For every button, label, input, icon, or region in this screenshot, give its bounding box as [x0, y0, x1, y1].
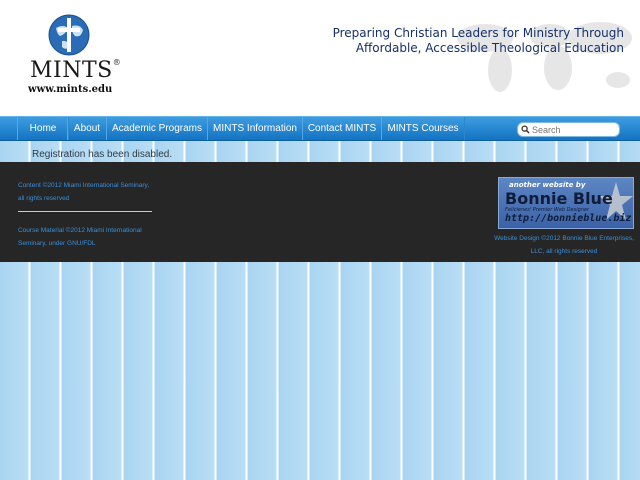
- search-box[interactable]: [517, 122, 620, 137]
- nav-item-mints-information[interactable]: MINTS Information: [207, 117, 303, 140]
- site-footer: Content ©2012 Miami International Semina…: [0, 162, 640, 262]
- footer-course-material: Course Material ©2012 Miami Internationa…: [18, 224, 168, 250]
- logo-wordmark: MINTS: [30, 58, 113, 83]
- footer-content-line-1: Content ©2012 Miami International Semina…: [18, 182, 150, 189]
- footer-course-line-1: Course Material ©2012 Miami Internationa…: [18, 227, 142, 234]
- banner-line-2: Bonnie Blue: [505, 189, 613, 208]
- nav-item-contact-mints[interactable]: Contact MINTS: [302, 117, 382, 140]
- registered-mark: ®: [112, 58, 122, 67]
- nav-item-mints-courses[interactable]: MINTS Courses: [381, 117, 465, 140]
- footer-design-line-1: Website Design ©2012 Bonnie Blue Enterpr…: [494, 235, 634, 242]
- site-tagline: Preparing Christian Leaders for Ministry…: [333, 26, 624, 56]
- world-map-graphic: [457, 22, 632, 92]
- nav-item-academic-programs[interactable]: Academic Programs: [106, 117, 208, 140]
- footer-website-design: Website Design ©2012 Bonnie Blue Enterpr…: [494, 232, 634, 258]
- site-url: www.mints.edu: [28, 84, 113, 95]
- footer-design-line-2: LLC, all rights reserved: [530, 248, 598, 255]
- banner-line-4: http://bonnieblue.biz: [505, 213, 632, 224]
- banner-line-1: another website by: [509, 181, 586, 189]
- nav-item-home[interactable]: Home: [17, 117, 69, 140]
- main-navigation: Home About Academic Programs MINTS Infor…: [0, 116, 640, 141]
- footer-course-line-2: Seminary, under GNU/FDL: [18, 240, 96, 247]
- bonnie-blue-banner-link[interactable]: another website by Bonnie Blue Feliciene…: [498, 177, 634, 229]
- tagline-line-1: Preparing Christian Leaders for Ministry…: [332, 26, 624, 40]
- search-icon: [521, 125, 530, 134]
- mints-logo-text[interactable]: MINTS®: [30, 58, 121, 83]
- footer-content-line-2: all rights reserved: [18, 195, 70, 202]
- site-header: MINTS® www.mints.edu Preparing Christian…: [0, 0, 640, 116]
- footer-copyright-content: Content ©2012 Miami International Semina…: [18, 179, 168, 205]
- tagline-line-2: Affordable, Accessible Theological Educa…: [355, 41, 624, 55]
- search-input[interactable]: [532, 123, 616, 136]
- nav-item-about[interactable]: About: [67, 117, 107, 140]
- registration-disabled-message: Registration has been disabled.: [32, 149, 173, 160]
- footer-divider: [18, 211, 152, 212]
- mints-globe-logo-icon[interactable]: [48, 14, 90, 56]
